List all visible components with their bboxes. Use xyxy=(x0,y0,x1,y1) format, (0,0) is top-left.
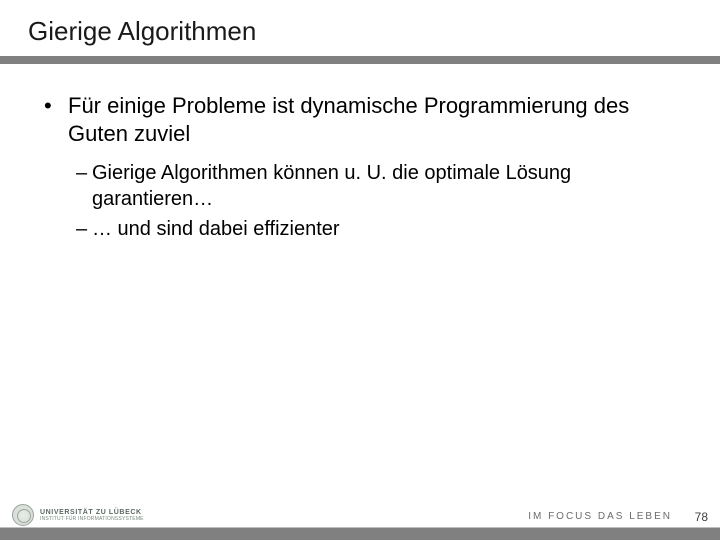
bullet-marker: • xyxy=(44,92,56,120)
page-number: 78 xyxy=(695,510,708,524)
institute-name: INSTITUT FÜR INFORMATIONSSYSTEME xyxy=(40,517,144,522)
university-text: UNIVERSITÄT ZU LÜBECK INSTITUT FÜR INFOR… xyxy=(40,509,144,522)
sub-bullet-item: – Gierige Algorithmen können u. U. die o… xyxy=(76,160,684,212)
sub-bullet-text: … und sind dabei effizienter xyxy=(92,216,340,242)
bullet-text: Für einige Probleme ist dynamische Progr… xyxy=(68,92,684,148)
sub-bullet-item: – … und sind dabei effizienter xyxy=(76,216,684,242)
university-seal-icon xyxy=(12,504,34,526)
sub-bullet-marker: – xyxy=(76,216,92,242)
title-divider xyxy=(0,56,720,64)
footer-tagline: IM FOCUS DAS LEBEN xyxy=(528,511,672,522)
university-logo-block: UNIVERSITÄT ZU LÜBECK INSTITUT FÜR INFOR… xyxy=(12,504,144,526)
sub-bullet-text: Gierige Algorithmen können u. U. die opt… xyxy=(92,160,684,212)
slide-footer: UNIVERSITÄT ZU LÜBECK INSTITUT FÜR INFOR… xyxy=(0,506,720,540)
bullet-item: • Für einige Probleme ist dynamische Pro… xyxy=(44,92,684,148)
slide: Gierige Algorithmen • Für einige Problem… xyxy=(0,0,720,540)
sub-bullet-list: – Gierige Algorithmen können u. U. die o… xyxy=(76,160,684,242)
university-name: UNIVERSITÄT ZU LÜBECK xyxy=(40,509,144,516)
footer-bar xyxy=(0,528,720,540)
content-area: • Für einige Probleme ist dynamische Pro… xyxy=(44,92,684,246)
sub-bullet-marker: – xyxy=(76,160,92,186)
slide-title: Gierige Algorithmen xyxy=(28,16,256,47)
